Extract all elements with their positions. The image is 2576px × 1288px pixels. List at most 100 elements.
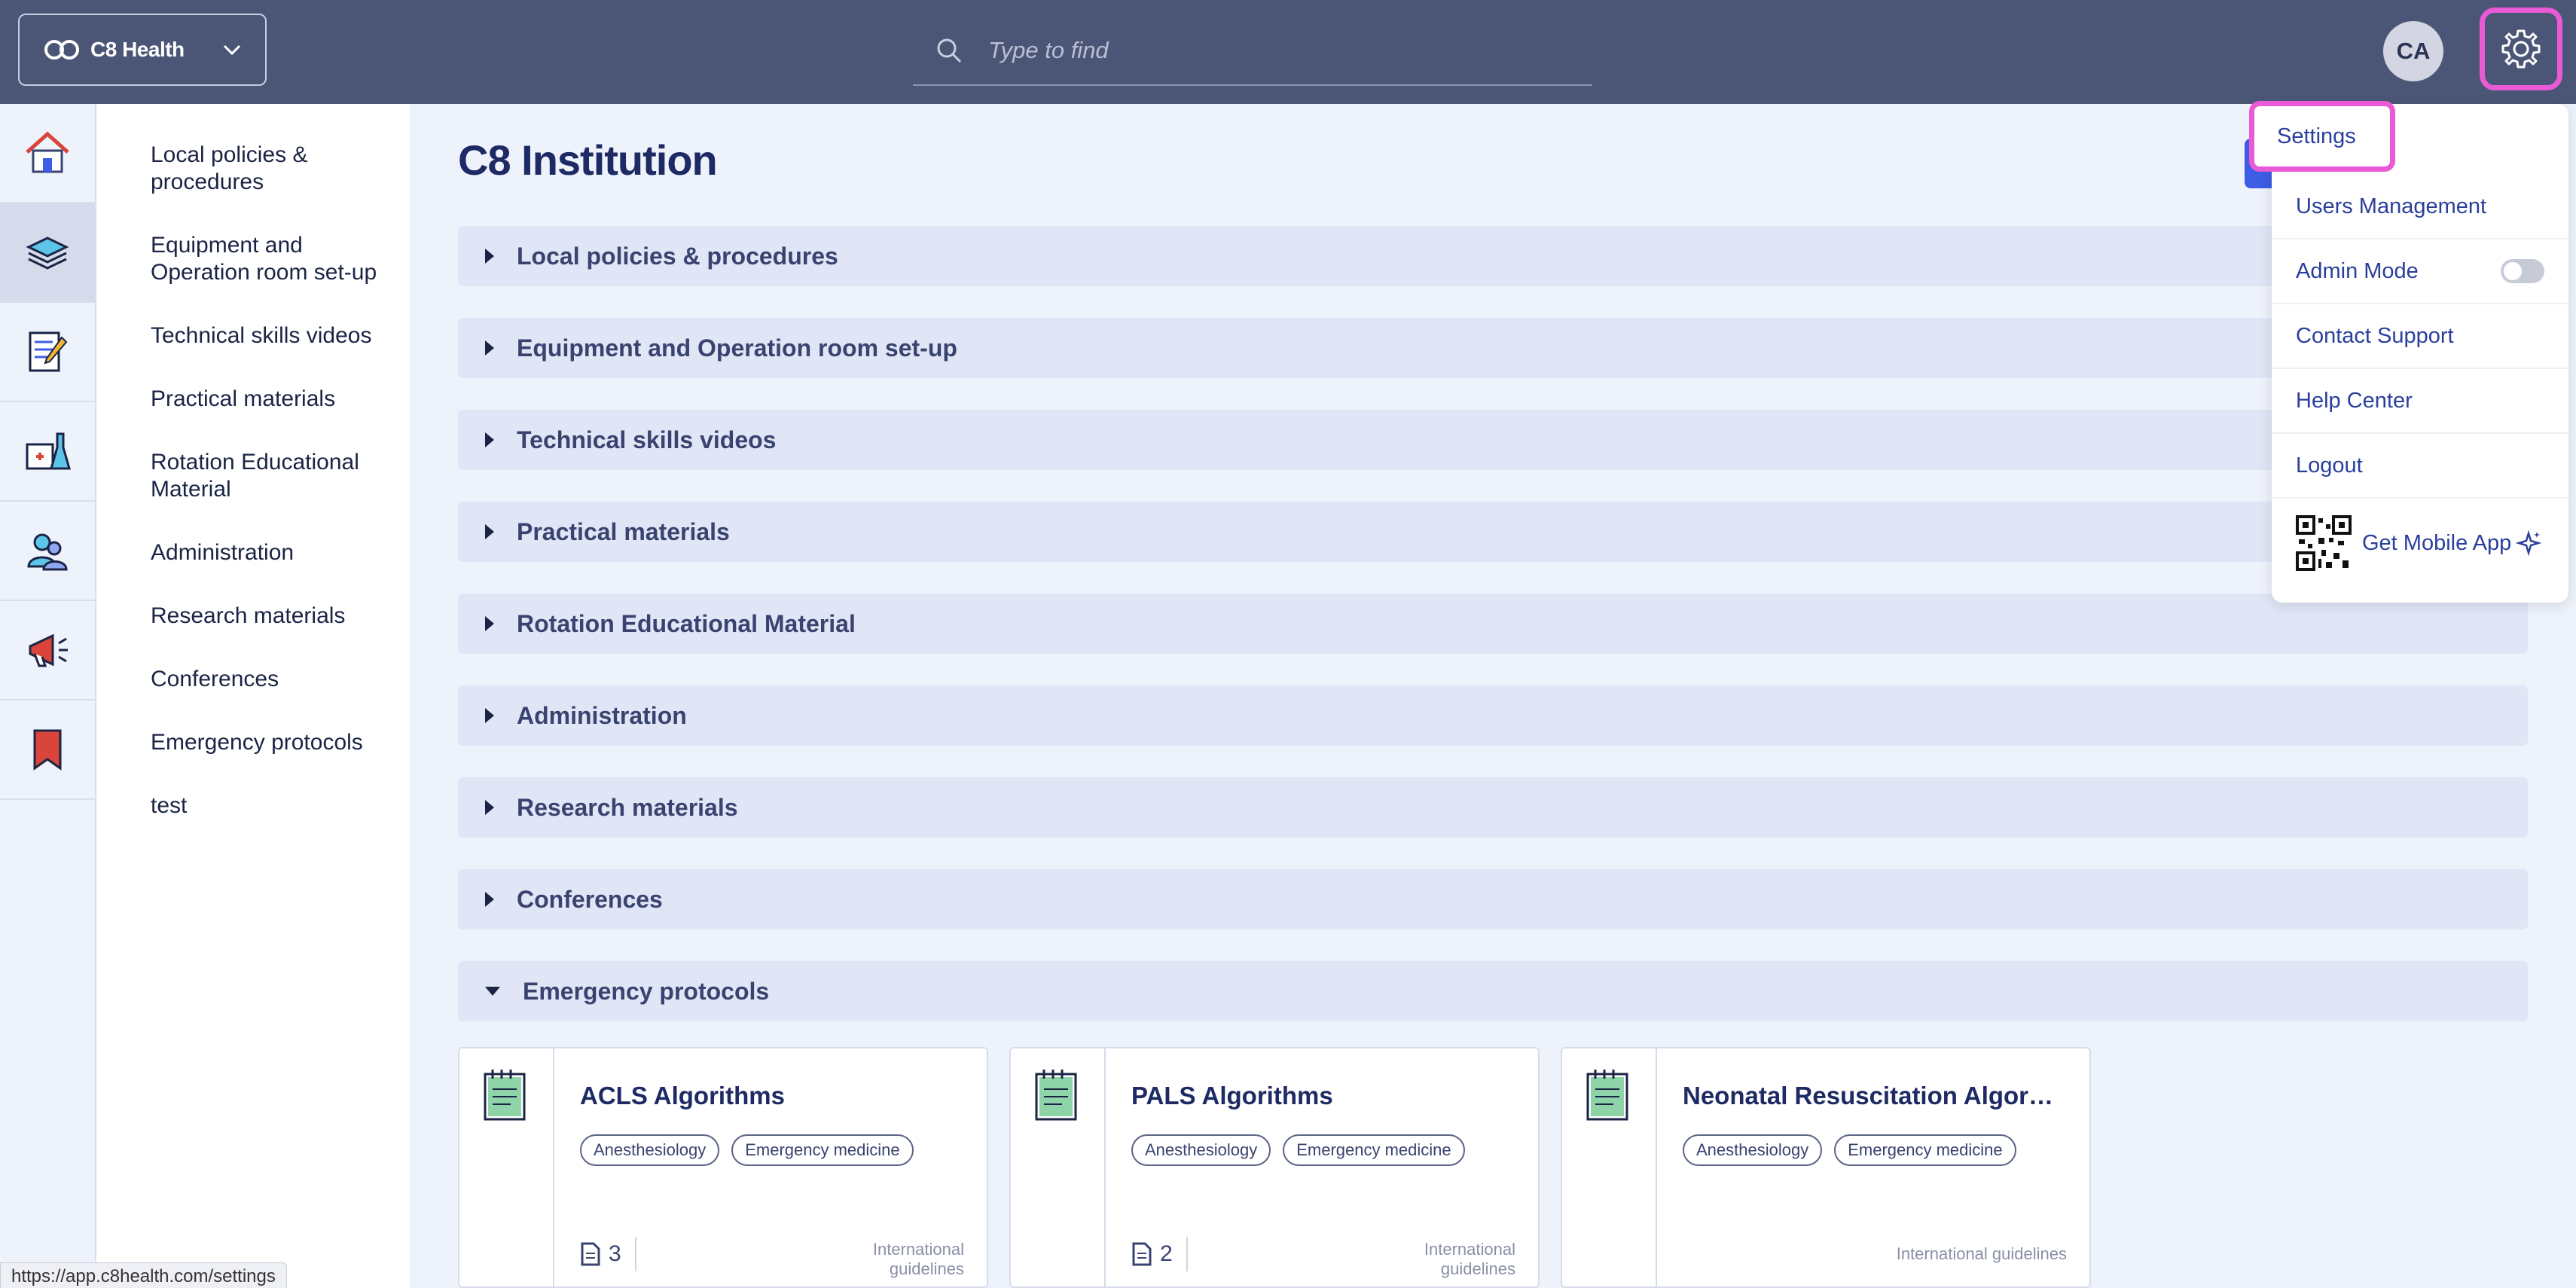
- caret-right-icon: [485, 249, 494, 264]
- card-tags: Anesthesiology Emergency medicine: [580, 1134, 914, 1166]
- contact-support-menu-item[interactable]: Contact Support: [2272, 304, 2568, 369]
- section-nav-item[interactable]: Rotation Educational Material: [96, 449, 410, 503]
- icon-rail: [0, 104, 96, 1288]
- accordion-label: Rotation Educational Material: [517, 609, 856, 637]
- document-card[interactable]: Neonatal Resuscitation Algor… Anesthesio…: [1561, 1047, 2091, 1288]
- section-nav-item[interactable]: Emergency protocols: [96, 729, 410, 756]
- accordion-administration[interactable]: Administration: [458, 685, 2528, 746]
- users-management-menu-item[interactable]: Users Management: [2272, 175, 2568, 240]
- document-card[interactable]: PALS Algorithms Anesthesiology Emergency…: [1009, 1047, 1540, 1288]
- tag-chip[interactable]: Anesthesiology: [1131, 1134, 1271, 1166]
- rail-announcements[interactable]: [0, 601, 95, 700]
- admin-mode-toggle[interactable]: [2501, 259, 2544, 283]
- search-input[interactable]: [988, 37, 1515, 64]
- card-source: International guidelines: [872, 1240, 964, 1278]
- accordion-emergency-protocols[interactable]: Emergency protocols: [458, 961, 2528, 1021]
- rail-checklist[interactable]: [0, 303, 95, 402]
- section-nav-item[interactable]: Local policies & procedures: [96, 142, 410, 196]
- accordion-label: Emergency protocols: [523, 977, 770, 1005]
- admin-mode-menu-item[interactable]: Admin Mode: [2272, 240, 2568, 304]
- gear-icon: [2501, 29, 2541, 69]
- caret-right-icon: [485, 432, 494, 447]
- accordion-label: Practical materials: [517, 517, 730, 545]
- section-nav-item[interactable]: Conferences: [96, 666, 410, 693]
- card-icon-column: [459, 1048, 554, 1286]
- caret-right-icon: [485, 892, 494, 907]
- caret-right-icon: [485, 708, 494, 723]
- accordion-local-policies[interactable]: Local policies & procedures: [458, 226, 2528, 286]
- accordion-label: Local policies & procedures: [517, 242, 838, 270]
- tag-chip[interactable]: Emergency medicine: [1834, 1134, 2016, 1166]
- document-card[interactable]: ACLS Algorithms Anesthesiology Emergency…: [458, 1047, 988, 1288]
- logout-menu-item[interactable]: Logout: [2272, 434, 2568, 499]
- tag-chip[interactable]: Emergency medicine: [1283, 1134, 1465, 1166]
- admin-mode-label: Admin Mode: [2296, 258, 2419, 283]
- caret-right-icon: [485, 616, 494, 631]
- section-nav-item[interactable]: Practical materials: [96, 386, 410, 413]
- card-tags: Anesthesiology Emergency medicine: [1131, 1134, 1465, 1166]
- document-icon: [1132, 1242, 1152, 1266]
- accordion-technical-skills[interactable]: Technical skills videos: [458, 410, 2528, 470]
- divider: [634, 1237, 636, 1271]
- tag-chip[interactable]: Emergency medicine: [731, 1134, 914, 1166]
- checklist-icon: [29, 331, 68, 372]
- section-nav-item[interactable]: Administration: [96, 539, 410, 566]
- card-title: PALS Algorithms: [1131, 1082, 1333, 1109]
- accordion-label: Equipment and Operation room set-up: [517, 334, 957, 362]
- rail-bookmarks[interactable]: [0, 700, 95, 800]
- accordion-research-materials[interactable]: Research materials: [458, 777, 2528, 838]
- accordion-label: Conferences: [517, 885, 663, 913]
- section-nav-item[interactable]: test: [96, 792, 410, 819]
- settings-dropdown-menu: Settings Users Management Admin Mode Con…: [2249, 101, 2568, 603]
- megaphone-icon: [29, 633, 68, 667]
- section-nav-item[interactable]: Research materials: [96, 603, 410, 630]
- caret-right-icon: [485, 800, 494, 815]
- page-title: C8 Institution: [458, 136, 718, 184]
- get-mobile-app-label: Get Mobile App: [2362, 530, 2512, 555]
- organization-selector[interactable]: C8 Health: [18, 14, 267, 86]
- section-nav-item[interactable]: Equipment and Operation room set-up: [96, 232, 410, 286]
- lab-kit-icon: [26, 432, 71, 470]
- card-title: ACLS Algorithms: [580, 1082, 785, 1109]
- notebook-icon: [1586, 1070, 1628, 1121]
- card-icon-column: [1562, 1048, 1657, 1286]
- card-document-count: 3: [580, 1237, 636, 1271]
- tag-chip[interactable]: Anesthesiology: [1683, 1134, 1823, 1166]
- document-icon: [581, 1242, 600, 1266]
- top-bar: C8 Health CA: [0, 0, 2576, 104]
- section-nav-item[interactable]: Technical skills videos: [96, 322, 410, 349]
- search-icon: [937, 38, 962, 63]
- accordion-label: Research materials: [517, 793, 738, 821]
- help-center-menu-item[interactable]: Help Center: [2272, 369, 2568, 434]
- qr-code-icon: [2296, 515, 2352, 571]
- notebook-icon: [484, 1070, 526, 1121]
- sparkle-icon: [2516, 530, 2542, 556]
- dropdown-settings-row: Settings: [2249, 101, 2568, 175]
- caret-down-icon: [485, 987, 500, 996]
- main-content: C8 Institution Local policies & procedur…: [410, 104, 2576, 1288]
- chevron-down-icon: [223, 44, 241, 56]
- divider: [1186, 1237, 1188, 1271]
- rail-home[interactable]: [0, 104, 95, 203]
- count-value: 3: [609, 1241, 621, 1266]
- settings-gear-button[interactable]: [2480, 8, 2562, 90]
- status-bar-url: https://app.c8health.com/settings: [0, 1262, 287, 1288]
- tag-chip[interactable]: Anesthesiology: [580, 1134, 720, 1166]
- notebook-icon: [1035, 1070, 1077, 1121]
- section-nav: Local policies & procedures Equipment an…: [96, 104, 410, 1288]
- get-mobile-app-menu-item[interactable]: Get Mobile App: [2272, 499, 2568, 588]
- card-title: Neonatal Resuscitation Algor…: [1683, 1082, 2054, 1109]
- rail-library[interactable]: [0, 203, 95, 303]
- search-bar: [913, 17, 1592, 86]
- rail-lab[interactable]: [0, 402, 95, 502]
- user-avatar[interactable]: CA: [2383, 21, 2443, 81]
- accordion-label: Technical skills videos: [517, 426, 777, 453]
- accordion-rotation-educational[interactable]: Rotation Educational Material: [458, 594, 2528, 654]
- accordion-conferences[interactable]: Conferences: [458, 869, 2528, 929]
- bookmark-icon: [33, 729, 62, 771]
- rail-people[interactable]: [0, 502, 95, 601]
- accordion-equipment[interactable]: Equipment and Operation room set-up: [458, 318, 2528, 378]
- settings-menu-item[interactable]: Settings: [2249, 101, 2395, 172]
- c8-logo-icon: [44, 40, 79, 60]
- accordion-practical-materials[interactable]: Practical materials: [458, 502, 2528, 562]
